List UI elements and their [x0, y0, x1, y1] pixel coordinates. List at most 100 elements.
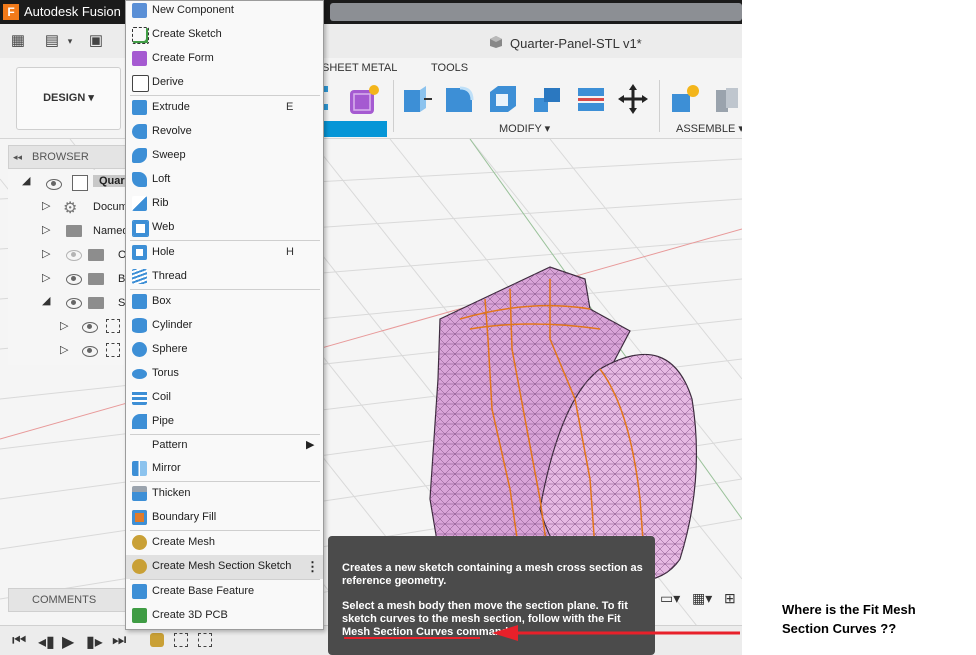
collapsed-triangle-icon[interactable]: ▷ — [42, 199, 50, 212]
pcb-icon — [132, 608, 147, 623]
menu-item-cylinder[interactable]: Cylinder — [126, 314, 323, 338]
go-to-end-icon[interactable]: ⏭ — [112, 632, 126, 650]
menu-item-create-form[interactable]: Create Form — [126, 47, 323, 71]
menu-item-coil[interactable]: Coil — [126, 386, 323, 410]
visibility-eye-icon[interactable] — [46, 179, 62, 190]
modify-group-label[interactable]: MODIFY ▾ — [499, 122, 550, 135]
menu-item-loft[interactable]: Loft — [126, 168, 323, 192]
grid-settings-icon[interactable]: ▦▾ — [692, 590, 712, 607]
file-icon[interactable]: ▤ — [44, 33, 60, 49]
mesh-feature-icon[interactable] — [150, 633, 164, 647]
create-form-icon[interactable] — [348, 84, 380, 116]
browser-tree: ◢ Quar ▷ ⚙ Docum ▷ Named ▷ O ▷ B ◢ S ▷ ▷ — [8, 170, 135, 365]
menu-item-create-3d-pcb[interactable]: Create 3D PCB — [126, 604, 323, 628]
combine-icon[interactable] — [532, 84, 562, 114]
menu-item-rib[interactable]: Rib — [126, 192, 323, 216]
new-component-icon — [132, 3, 147, 18]
file-chevron-icon[interactable]: ▾ — [62, 33, 78, 49]
tree-row-sketches[interactable]: ◢ S — [8, 292, 128, 314]
menu-item-revolve[interactable]: Revolve — [126, 120, 323, 144]
viewports-icon[interactable]: ⊞ — [724, 590, 736, 607]
collapsed-triangle-icon[interactable]: ▷ — [42, 271, 50, 284]
menu-item-hole[interactable]: Hole H — [126, 241, 323, 265]
sketch-icon — [106, 343, 120, 357]
torus-icon — [132, 369, 147, 379]
tooltip-summary: Creates a new sketch containing a mesh c… — [342, 562, 643, 587]
display-settings-icon[interactable]: ▭▾ — [660, 590, 680, 607]
menu-item-box[interactable]: Box — [126, 290, 323, 314]
tree-row-sketch-1[interactable]: ▷ — [8, 316, 128, 338]
document-title: Quarter-Panel-STL v1* — [510, 36, 642, 51]
go-to-start-icon[interactable]: ⏮ — [12, 632, 26, 650]
tab-tools[interactable]: TOOLS — [431, 62, 468, 74]
tree-row-bodies[interactable]: ▷ B — [8, 268, 128, 290]
sketch-feature-icon[interactable] — [174, 633, 188, 647]
ribbon-divider — [659, 80, 660, 132]
menu-item-pipe[interactable]: Pipe — [126, 410, 323, 434]
sketch-feature-icon[interactable] — [198, 633, 212, 647]
component-icon — [72, 175, 88, 191]
move-copy-icon[interactable] — [618, 84, 648, 114]
fusion-logo: F — [3, 4, 19, 20]
workspace-switcher[interactable]: DESIGN ▾ — [16, 67, 121, 130]
revolve-icon — [132, 124, 147, 139]
visibility-eye-icon[interactable] — [82, 322, 98, 333]
menu-item-web[interactable]: Web — [126, 216, 323, 240]
visibility-eye-icon[interactable] — [82, 346, 98, 357]
mesh-section-sketch-icon — [132, 559, 147, 574]
tab-sheet-metal[interactable]: SHEET METAL — [322, 62, 397, 74]
more-options-icon[interactable]: ⋮ — [306, 559, 319, 575]
save-icon[interactable]: ▣ — [88, 33, 104, 49]
tree-row-origin[interactable]: ▷ O — [8, 244, 128, 266]
browser-panel-header[interactable]: ◂◂ BROWSER — [8, 145, 130, 169]
menu-item-boundary-fill[interactable]: Boundary Fill — [126, 506, 323, 530]
press-pull-icon[interactable] — [402, 84, 432, 114]
menu-item-sphere[interactable]: Sphere — [126, 338, 323, 362]
boundary-fill-icon — [132, 510, 147, 525]
menu-item-thread[interactable]: Thread — [126, 265, 323, 289]
step-forward-icon[interactable]: ▮▸ — [86, 632, 103, 652]
step-back-icon[interactable]: ◂▮ — [38, 632, 55, 652]
joint-icon[interactable] — [712, 84, 742, 114]
arrow-head — [492, 625, 518, 641]
grid-apps-icon[interactable]: ▦ — [10, 33, 26, 49]
menu-item-thicken[interactable]: Thicken — [126, 482, 323, 506]
menu-item-extrude[interactable]: Extrude E — [126, 96, 323, 120]
menu-item-mirror[interactable]: Mirror — [126, 457, 323, 481]
tree-row-named-views[interactable]: ▷ Named — [8, 220, 128, 242]
tree-row-root[interactable]: ◢ Quar — [8, 172, 135, 194]
expanded-triangle-icon[interactable]: ◢ — [42, 294, 50, 307]
collapse-panel-icon[interactable]: ◂◂ — [13, 146, 22, 168]
shell-icon[interactable] — [488, 84, 518, 114]
visibility-eye-icon[interactable] — [66, 274, 82, 285]
visibility-eye-icon[interactable] — [66, 298, 82, 309]
split-body-icon[interactable] — [576, 84, 606, 114]
comments-panel-header[interactable]: COMMENTS — [8, 588, 130, 612]
collapsed-triangle-icon[interactable]: ▷ — [60, 319, 68, 332]
submenu-arrow-icon: ▶ — [306, 439, 315, 451]
assemble-group-label[interactable]: ASSEMBLE ▾ — [676, 122, 742, 135]
collapsed-triangle-icon[interactable]: ▷ — [42, 247, 50, 260]
tree-row-sketch-2[interactable]: ▷ — [8, 340, 128, 362]
expanded-triangle-icon[interactable]: ◢ — [22, 174, 30, 187]
sphere-icon — [132, 342, 147, 357]
menu-item-derive[interactable]: Derive — [126, 71, 323, 95]
menu-item-pattern[interactable]: Pattern ▶ — [126, 434, 323, 458]
menu-item-create-sketch[interactable]: Create Sketch — [126, 23, 323, 47]
menu-item-create-mesh[interactable]: Create Mesh — [126, 531, 323, 555]
web-icon — [132, 220, 149, 237]
chevron-down-icon: ▾ — [88, 92, 94, 104]
play-icon[interactable]: ▶ — [62, 632, 74, 652]
menu-item-new-component[interactable]: New Component — [126, 0, 323, 23]
collapsed-triangle-icon[interactable]: ▷ — [60, 343, 68, 356]
folder-icon — [88, 273, 104, 285]
menu-item-create-mesh-section-sketch[interactable]: Create Mesh Section Sketch ⋮ — [126, 555, 323, 579]
collapsed-triangle-icon[interactable]: ▷ — [42, 223, 50, 236]
fillet-icon[interactable] — [444, 84, 474, 114]
menu-item-sweep[interactable]: Sweep — [126, 144, 323, 168]
menu-item-create-base-feature[interactable]: Create Base Feature — [126, 580, 323, 604]
menu-item-torus[interactable]: Torus — [126, 362, 323, 386]
new-component-icon[interactable] — [670, 84, 700, 114]
tree-row-document-settings[interactable]: ▷ ⚙ Docum — [8, 196, 128, 218]
hidden-eye-icon[interactable] — [66, 250, 82, 261]
